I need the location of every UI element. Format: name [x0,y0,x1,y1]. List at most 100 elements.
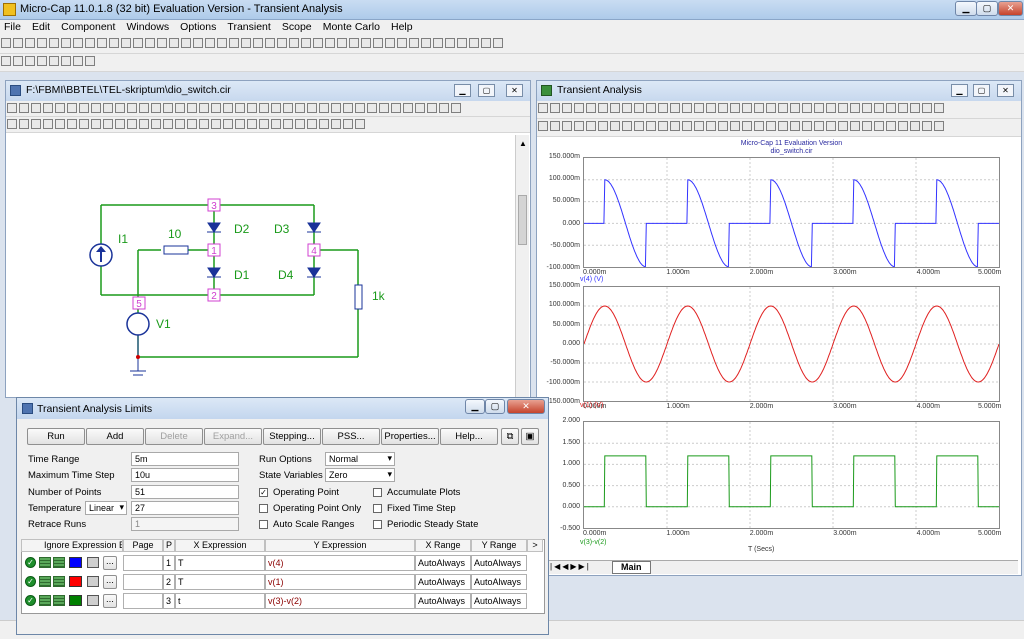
toolbar-icon[interactable] [181,38,191,48]
toolbar-icon[interactable] [838,103,848,113]
row-table-icon[interactable] [53,557,65,568]
toolbar-icon[interactable] [586,121,596,131]
toolbar-icon[interactable] [730,103,740,113]
toolbar-icon[interactable] [145,38,155,48]
toolbar-icon[interactable] [385,38,395,48]
toolbar-icon[interactable] [754,103,764,113]
toolbar-icon[interactable] [91,103,101,113]
toolbar-icon[interactable] [37,56,47,66]
toolbar-icon[interactable] [115,103,125,113]
toolbar-icon[interactable] [706,103,716,113]
toolbar-icon[interactable] [1,38,11,48]
toolbar-icon[interactable] [163,119,173,129]
toolbar-icon[interactable] [1,56,11,66]
row-y-expression[interactable]: v(3)-v(2) [265,593,415,609]
row-y-expression[interactable]: v(4) [265,555,415,571]
toolbar-icon[interactable] [127,103,137,113]
toolbar-icon[interactable] [259,119,269,129]
toolbar-icon[interactable] [610,121,620,131]
toolbar-icon[interactable] [91,119,101,129]
toolbar-icon[interactable] [139,119,149,129]
toolbar-icon[interactable] [193,38,203,48]
toolbar-icon[interactable] [205,38,215,48]
toolbar-icon[interactable] [706,121,716,131]
toolbar-icon[interactable] [49,56,59,66]
toolbar-icon[interactable] [766,121,776,131]
analysis-close-button[interactable]: ✕ [997,84,1014,97]
toolbar-icon[interactable] [25,38,35,48]
toolbar-icon[interactable] [331,119,341,129]
toolbar-icon[interactable] [445,38,455,48]
toolbar-icon[interactable] [658,103,668,113]
toolbar-icon[interactable] [151,119,161,129]
toolbar-icon[interactable] [343,119,353,129]
toolbar-icon[interactable] [247,119,257,129]
row-enable-icon[interactable]: ✓ [25,557,36,568]
toolbar-icon[interactable] [367,103,377,113]
toolbar-icon[interactable] [421,38,431,48]
toolbar-icon[interactable] [289,38,299,48]
row-more-button[interactable]: ... [103,594,117,608]
toolbar-icon[interactable] [886,121,896,131]
menu-transient[interactable]: Transient [223,20,274,34]
toolbar-icon[interactable] [85,38,95,48]
periodic-checkbox[interactable] [373,520,382,529]
toolbar-icon[interactable] [415,103,425,113]
toolbar-icon[interactable] [211,103,221,113]
toolbar-icon[interactable] [718,103,728,113]
properties-button[interactable]: Properties... [381,428,439,445]
schematic-close-button[interactable]: ✕ [506,84,523,97]
toolbar-icon[interactable] [718,121,728,131]
dialog-close-button[interactable]: ✕ [507,399,545,414]
toolbar-icon[interactable] [175,119,185,129]
row-x-expression[interactable]: T [175,555,265,571]
resistor-1k[interactable] [354,284,363,310]
toolbar-icon[interactable] [574,103,584,113]
toolbar-icon[interactable] [187,103,197,113]
help-button[interactable]: Help... [440,428,498,445]
toolbar-icon[interactable] [391,103,401,113]
toolbar-icon[interactable] [229,38,239,48]
plot-v3-v2[interactable] [583,421,1000,529]
toolbar-icon[interactable] [73,38,83,48]
toolbar-icon[interactable] [61,56,71,66]
toolbar-icon[interactable] [457,38,467,48]
toolbar-icon[interactable] [121,38,131,48]
menu-windows[interactable]: Windows [123,20,174,34]
row-p-cell[interactable]: 1 [163,555,175,571]
toolbar-icon[interactable] [646,103,656,113]
toolbar-icon[interactable] [139,103,149,113]
toolbar-icon[interactable] [199,119,209,129]
menu-scope[interactable]: Scope [278,20,316,34]
toolbar-icon[interactable] [826,103,836,113]
toolbar-icon[interactable] [43,103,53,113]
close-button[interactable]: ✕ [998,1,1023,16]
toolbar-icon[interactable] [898,103,908,113]
toolbar-icon[interactable] [433,38,443,48]
toolbar-icon[interactable] [670,121,680,131]
auto-scale-checkbox[interactable] [259,520,268,529]
toolbar-icon[interactable] [397,38,407,48]
analysis-minimize-button[interactable]: ▁ [951,84,968,97]
current-source-i1[interactable] [89,243,113,267]
toolbar-icon[interactable] [427,103,437,113]
toolbar-icon[interactable] [61,38,71,48]
toolbar-icon[interactable] [742,121,752,131]
row-x-range[interactable]: AutoAlways [415,593,471,609]
toolbar-icon[interactable] [538,103,548,113]
row-page-cell[interactable] [123,555,163,571]
toolbar-icon[interactable] [562,103,572,113]
toolbar-icon[interactable] [73,56,83,66]
row-p-cell[interactable]: 2 [163,574,175,590]
toolbar-icon[interactable] [235,103,245,113]
toolbar-icon[interactable] [85,56,95,66]
resistor-10[interactable] [163,245,189,255]
toolbar-icon[interactable] [211,119,221,129]
toolbar-icon[interactable] [79,119,89,129]
toolbar-icon[interactable] [157,38,167,48]
menu-options[interactable]: Options [176,20,220,34]
row-color-swatch[interactable] [69,576,82,587]
toolbar-icon[interactable] [355,103,365,113]
row-more-button[interactable]: ... [103,556,117,570]
toolbar-icon[interactable] [694,103,704,113]
